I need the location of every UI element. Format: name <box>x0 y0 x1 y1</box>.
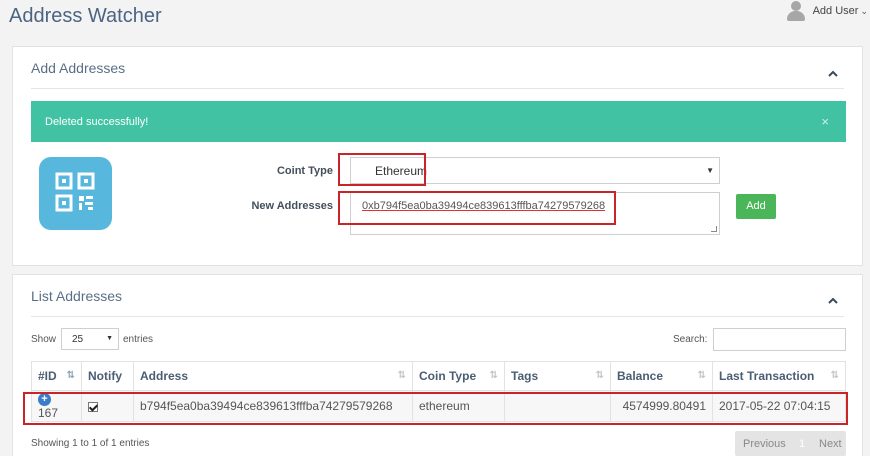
new-addresses-label: New Addresses <box>251 200 333 212</box>
collapse-chevron-up-icon[interactable] <box>828 70 838 80</box>
coin-type-label: Coint Type <box>276 165 333 177</box>
sort-icon: ⇅ <box>830 370 839 381</box>
entries-label: entries <box>123 334 154 345</box>
sort-icon: ⇅ <box>697 370 706 381</box>
column-header-id[interactable]: #ID ⇅ <box>31 361 82 391</box>
list-addresses-panel: List Addresses Show 25 ▼ entries Search:… <box>12 274 863 456</box>
column-header-address[interactable]: Address ⇅ <box>133 361 413 391</box>
success-alert: Deleted successfully! × <box>31 101 846 142</box>
add-addresses-panel: Add Addresses Deleted successfully! × Co… <box>12 46 863 266</box>
dropdown-arrow-icon: ▼ <box>706 166 714 175</box>
sort-asc-icon: ⇅ <box>66 370 75 381</box>
add-button[interactable]: Add <box>736 194 776 219</box>
user-menu-label: Add User <box>812 5 859 17</box>
panel-divider <box>31 88 844 89</box>
page-length-select[interactable]: 25 ▼ <box>61 328 119 350</box>
pagination-current[interactable]: 1 <box>799 438 805 450</box>
coin-type-highlight <box>338 153 426 186</box>
user-menu[interactable]: Add User ⌄ <box>786 0 868 22</box>
user-avatar-icon <box>786 0 805 22</box>
pagination: Previous 1 Next <box>735 431 846 456</box>
table-info: Showing 1 to 1 of 1 entries <box>31 438 150 449</box>
list-addresses-title: List Addresses <box>31 288 123 304</box>
search-input[interactable] <box>713 328 846 351</box>
app-title: Address Watcher <box>9 5 162 27</box>
search-label: Search: <box>673 334 708 345</box>
column-header-tags[interactable]: Tags ⇅ <box>504 361 611 391</box>
alert-close-icon[interactable]: × <box>821 114 829 129</box>
collapse-chevron-up-icon[interactable] <box>828 297 838 307</box>
dropdown-arrow-icon: ▼ <box>106 335 113 342</box>
pagination-previous[interactable]: Previous <box>743 438 786 450</box>
panel-divider <box>31 316 844 317</box>
column-header-last-transaction[interactable]: Last Transaction ⇅ <box>712 361 846 391</box>
sort-icon: ⇅ <box>595 370 604 381</box>
page-length-value: 25 <box>72 334 84 345</box>
chevron-down-icon: ⌄ <box>860 5 868 16</box>
qr-code-icon <box>39 157 112 230</box>
table-row-highlight <box>23 392 848 425</box>
show-label: Show <box>31 334 57 345</box>
column-header-notify[interactable]: Notify <box>81 361 134 391</box>
sort-icon: ⇅ <box>489 370 498 381</box>
add-addresses-title: Add Addresses <box>31 60 126 76</box>
resize-grip-icon[interactable] <box>711 226 717 232</box>
alert-message: Deleted successfully! <box>45 116 149 128</box>
pagination-next[interactable]: Next <box>819 438 842 450</box>
new-addresses-highlight <box>338 191 616 225</box>
column-header-balance[interactable]: Balance ⇅ <box>610 361 713 391</box>
column-header-coin-type[interactable]: Coin Type ⇅ <box>412 361 505 391</box>
sort-icon: ⇅ <box>397 370 406 381</box>
